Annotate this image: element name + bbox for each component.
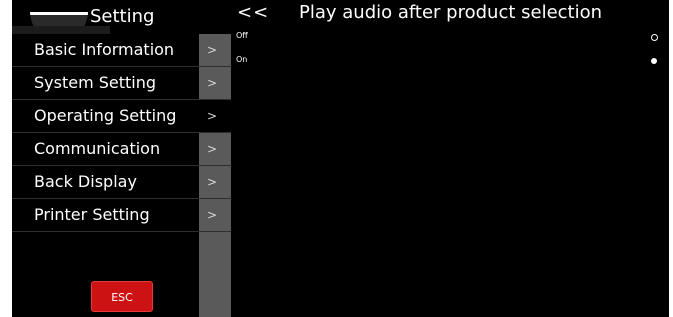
option-label: On — [236, 55, 248, 64]
esc-button[interactable]: ESC — [91, 281, 153, 312]
back-button[interactable]: << — [237, 2, 269, 23]
chevron-right-icon[interactable]: > — [199, 199, 231, 231]
sidebar-item-communication[interactable]: Communication > — [12, 133, 231, 166]
sidebar-item-operating-setting[interactable]: Operating Setting > — [12, 100, 231, 133]
sidebar-item-basic-information[interactable]: Basic Information > — [12, 34, 231, 67]
sidebar-item-label: Operating Setting — [34, 106, 177, 125]
option-on[interactable]: On — [231, 52, 669, 72]
sidebar-arrow-strip — [199, 232, 231, 317]
sidebar-item-label: Basic Information — [34, 40, 175, 59]
chevron-right-icon[interactable]: > — [199, 34, 231, 66]
settings-menu: Basic Information > System Setting > Ope… — [12, 34, 231, 232]
option-off[interactable]: Off — [231, 28, 669, 48]
sidebar-item-system-setting[interactable]: System Setting > — [12, 67, 231, 100]
settings-screen: Setting Basic Information > System Setti… — [12, 0, 669, 317]
chevron-right-icon[interactable]: > — [199, 67, 231, 99]
sidebar-item-label: Communication — [34, 139, 161, 158]
radio-button-on[interactable] — [651, 58, 657, 64]
main-panel: << Play audio after product selection Of… — [231, 0, 669, 317]
page-title: Play audio after product selection — [299, 2, 603, 23]
radio-button-off[interactable] — [651, 34, 658, 41]
sidebar-title: Setting — [90, 6, 155, 27]
sidebar-header: Setting — [12, 0, 231, 34]
header-band — [12, 26, 110, 34]
chevron-right-icon[interactable]: > — [199, 133, 231, 165]
sidebar-item-printer-setting[interactable]: Printer Setting > — [12, 199, 231, 232]
sidebar-item-label: Printer Setting — [34, 205, 150, 224]
settings-sidebar: Setting Basic Information > System Setti… — [12, 0, 231, 317]
chevron-right-icon[interactable]: > — [199, 166, 231, 198]
option-label: Off — [236, 31, 248, 40]
sidebar-item-label: Back Display — [34, 172, 137, 191]
chevron-right-icon[interactable]: > — [199, 100, 231, 132]
sidebar-item-back-display[interactable]: Back Display > — [12, 166, 231, 199]
sidebar-item-label: System Setting — [34, 73, 157, 92]
